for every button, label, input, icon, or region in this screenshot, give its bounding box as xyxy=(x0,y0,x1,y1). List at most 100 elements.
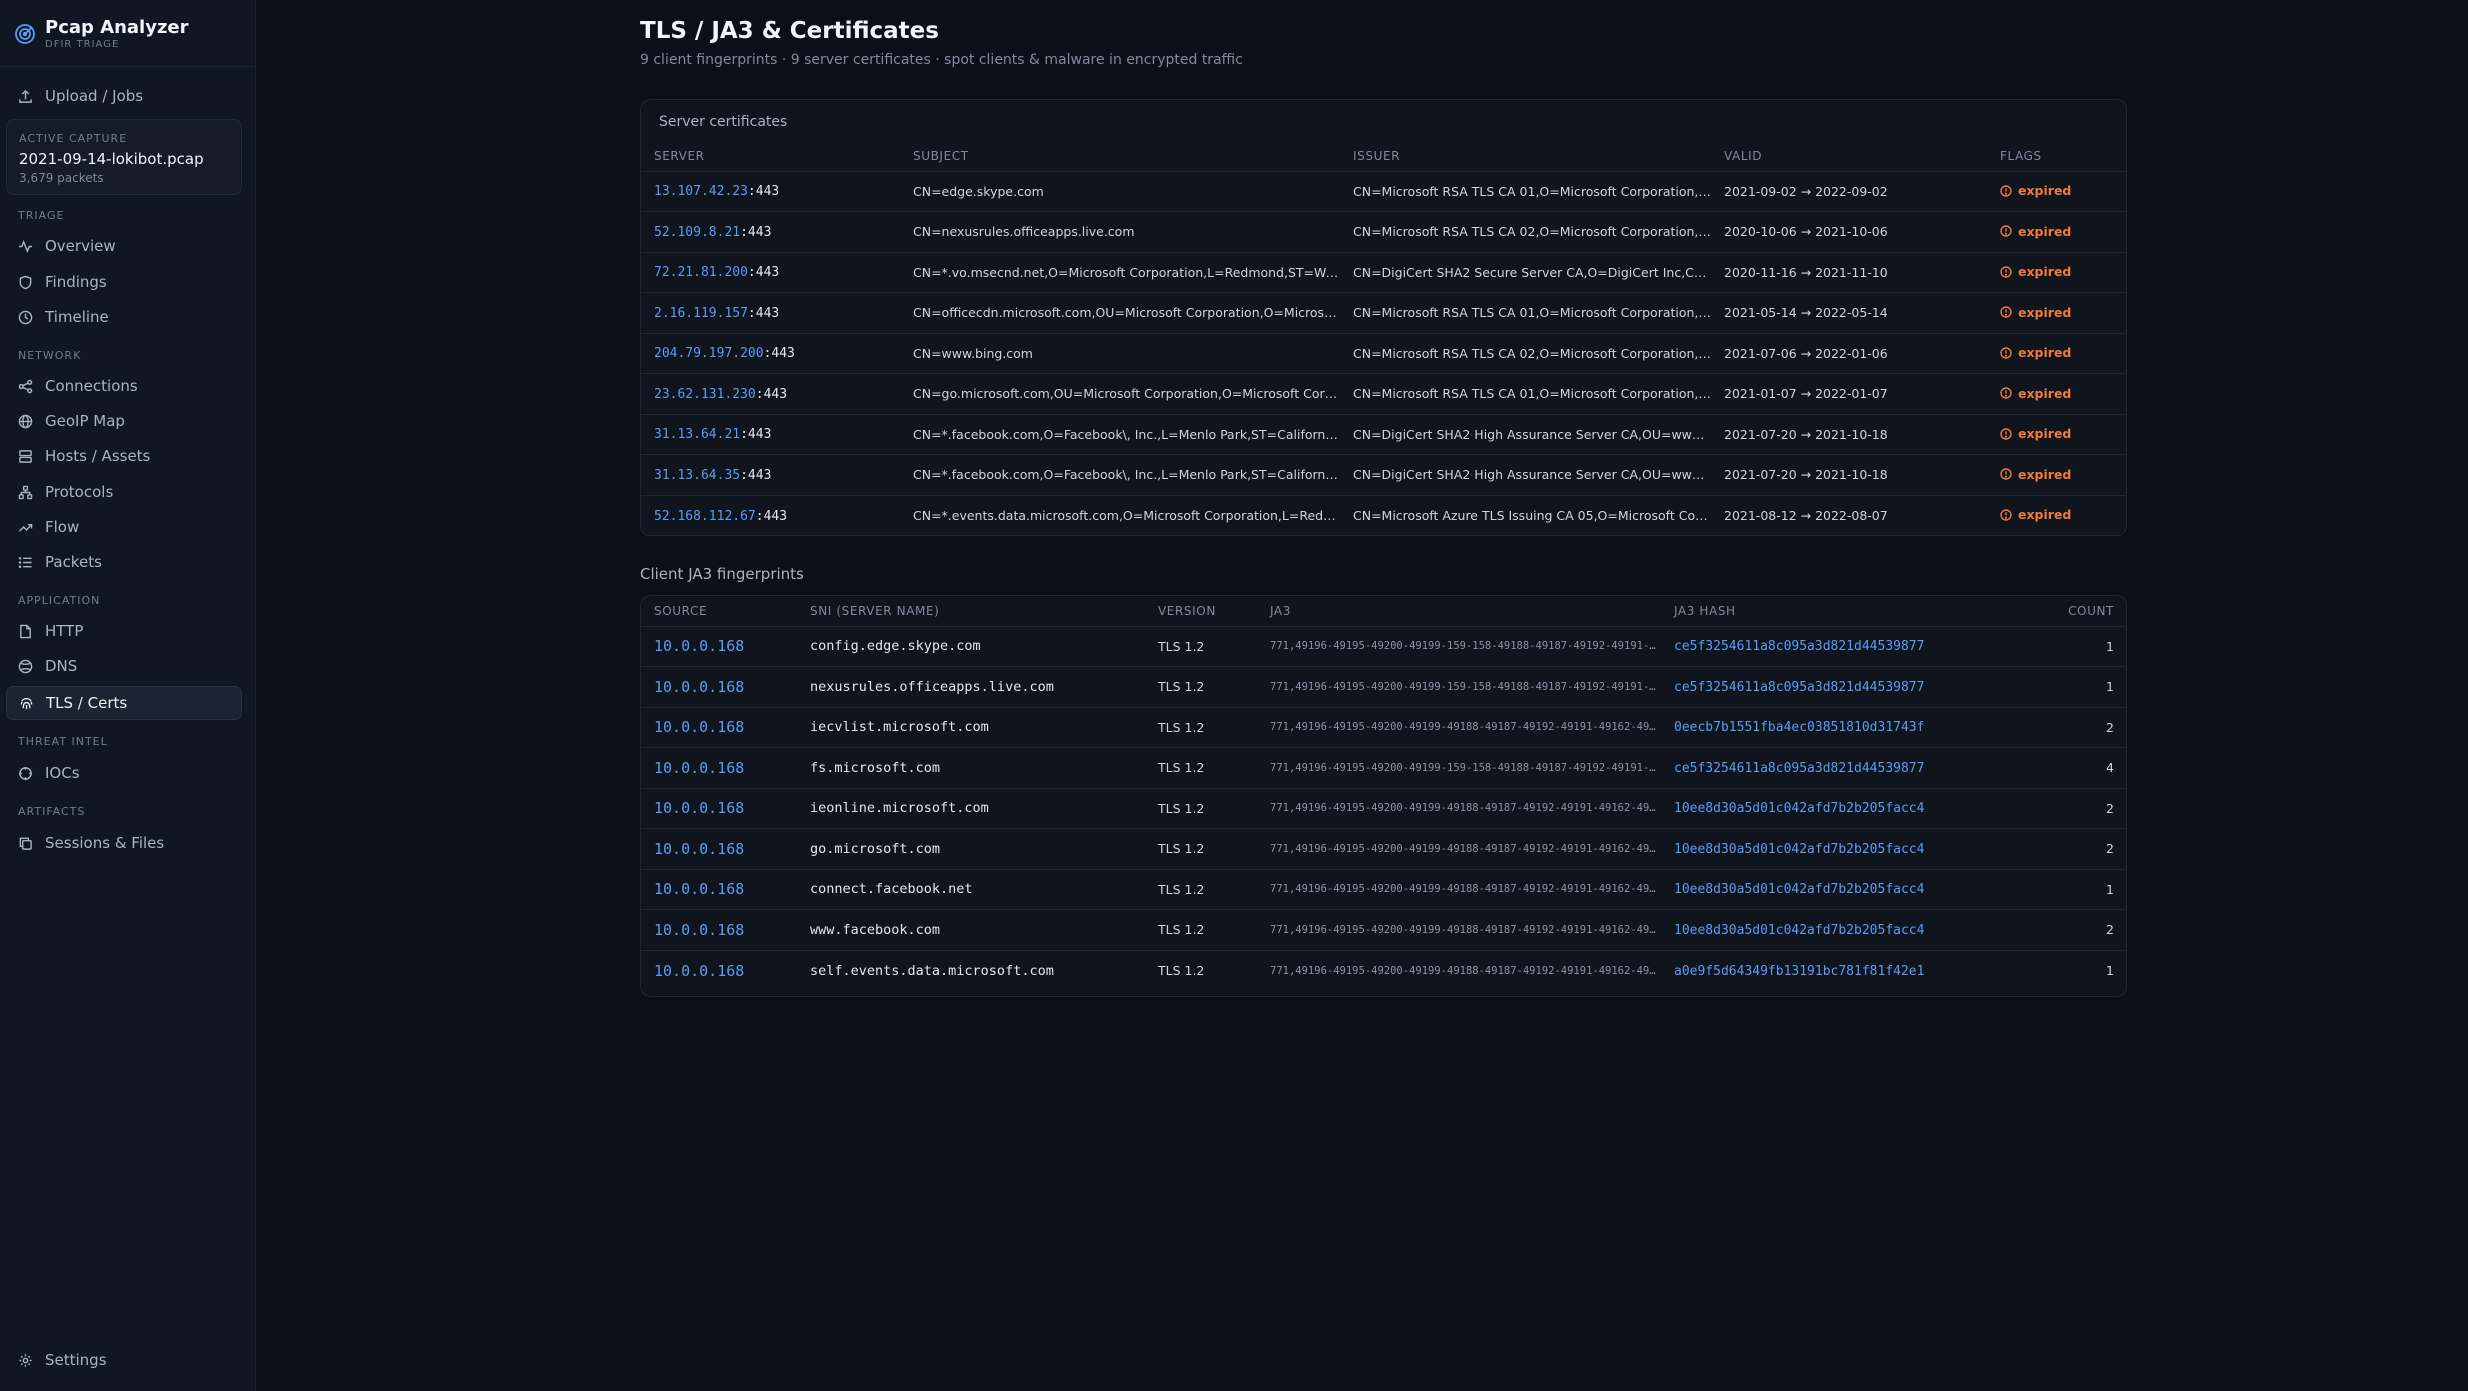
source-ip-link[interactable]: 10.0.0.168 xyxy=(654,921,744,939)
source-ip-link[interactable]: 10.0.0.168 xyxy=(654,718,744,736)
ja3-sni: iecvlist.microsoft.com xyxy=(797,707,1145,748)
sidebar-item-protocols[interactable]: Protocols xyxy=(6,475,242,509)
server-ip-link[interactable]: 52.109.8.21 xyxy=(654,225,740,240)
page-title: TLS / JA3 & Certificates xyxy=(640,18,939,44)
col-header-valid[interactable]: VALID xyxy=(1711,141,1987,172)
table-row[interactable]: 13.107.42.23:443 CN=edge.skype.com CN=Micr… xyxy=(641,171,2126,212)
ja3-hash-link[interactable]: 10ee8d30a5d01c042afd7b2b205facc4 xyxy=(1674,842,1924,857)
cert-subject: CN=go.microsoft.com,OU=Microsoft Corpora… xyxy=(900,373,1340,415)
list-icon xyxy=(18,556,32,568)
ja3-fingerprints-panel: SOURCE SNI (SERVER NAME) VERSION JA3 JA3… xyxy=(640,595,2127,997)
ja3-hash-link[interactable]: 0eecb7b1551fba4ec03851810d31743f xyxy=(1674,720,1924,735)
sidebar-item-flow[interactable]: Flow xyxy=(6,510,242,544)
table-row[interactable]: 10.0.0.168 iecvlist.microsoft.com TLS 1.2 7… xyxy=(641,707,2126,748)
source-ip-link[interactable]: 10.0.0.168 xyxy=(654,637,744,655)
ja3-hash-link[interactable]: ce5f3254611a8c095a3d821d44539877 xyxy=(1674,680,1924,695)
ja3-sni: config.edge.skype.com xyxy=(797,626,1145,667)
table-row[interactable]: 204.79.197.200:443 CN=www.bing.com CN=Micr… xyxy=(641,333,2126,374)
sidebar-item-http[interactable]: HTTP xyxy=(6,614,242,648)
table-row[interactable]: 10.0.0.168 self.events.data.microsoft.com… xyxy=(641,950,2126,991)
source-ip-link[interactable]: 10.0.0.168 xyxy=(654,799,744,817)
server-ip-link[interactable]: 23.62.131.230 xyxy=(654,387,756,402)
sidebar-item-geoip-map[interactable]: GeoIP Map xyxy=(6,404,242,438)
source-ip-link[interactable]: 10.0.0.168 xyxy=(654,759,744,777)
col-header-sni[interactable]: SNI (SERVER NAME) xyxy=(797,596,1145,627)
server-ip-link[interactable]: 72.21.81.200 xyxy=(654,265,748,280)
ja3-hash-link[interactable]: a0e9f5d64349fb13191bc781f81f42e1 xyxy=(1674,964,1924,979)
col-header-subject[interactable]: SUBJECT xyxy=(900,141,1340,172)
cert-flags-cell: expired xyxy=(1987,292,2126,334)
col-header-count[interactable]: COUNT xyxy=(2031,596,2126,627)
ja3-count: 2 xyxy=(2031,828,2126,870)
server-port: :443 xyxy=(763,346,795,362)
sidebar-item-sessions-files[interactable]: Sessions & Files xyxy=(6,826,242,860)
sidebar-item-label: DNS xyxy=(45,657,78,675)
active-capture-label: ACTIVE CAPTURE xyxy=(19,132,128,145)
server-ip-link[interactable]: 31.13.64.35 xyxy=(654,468,740,483)
ja3-hash-link[interactable]: ce5f3254611a8c095a3d821d44539877 xyxy=(1674,639,1924,654)
active-capture-card[interactable]: ACTIVE CAPTURE 2021-09-14-lokibot.pcap 3… xyxy=(6,119,242,195)
source-ip-link[interactable]: 10.0.0.168 xyxy=(654,962,744,980)
sidebar-item-label: Timeline xyxy=(45,308,109,326)
source-ip-link[interactable]: 10.0.0.168 xyxy=(654,880,744,898)
server-ip-link[interactable]: 52.168.112.67 xyxy=(654,509,756,524)
sidebar-item-iocs[interactable]: IOCs xyxy=(6,756,242,790)
col-header-ja3-hash[interactable]: JA3 HASH xyxy=(1661,596,2031,627)
col-header-issuer[interactable]: ISSUER xyxy=(1340,141,1711,172)
server-port: :443 xyxy=(740,467,772,483)
sidebar-item-timeline[interactable]: Timeline xyxy=(6,300,242,334)
copy-icon xyxy=(19,837,32,850)
col-header-source[interactable]: SOURCE xyxy=(641,596,797,627)
ja3-string: 771,49196-49195-49200-49199-49188-49187-… xyxy=(1257,828,1661,870)
source-ip-link[interactable]: 10.0.0.168 xyxy=(654,678,744,696)
table-row[interactable]: 2.16.119.157:443 CN=officecdn.microsoft.c… xyxy=(641,292,2126,334)
ja3-source-cell: 10.0.0.168 xyxy=(641,666,797,708)
table-row[interactable]: 52.168.112.67:443 CN=*.events.data.micros… xyxy=(641,495,2126,535)
ja3-count: 1 xyxy=(2106,963,2114,978)
cert-server-cell: 31.13.64.35:443 xyxy=(641,454,900,496)
ja3-string: 771,49196-49195-49200-49199-49188-49187-… xyxy=(1257,869,1661,910)
sidebar-item-upload-jobs[interactable]: Upload / Jobs xyxy=(6,79,242,113)
table-row[interactable]: 52.109.8.21:443 CN=nexusrules.officeapps.… xyxy=(641,211,2126,253)
page-subtitle: 9 client fingerprints · 9 server certifi… xyxy=(640,52,1243,68)
col-header-ja3[interactable]: JA3 xyxy=(1257,596,1661,627)
ja3-count: 4 xyxy=(2031,747,2126,789)
server-ip-link[interactable]: 204.79.197.200 xyxy=(654,346,764,361)
ja3-hash-link[interactable]: 10ee8d30a5d01c042afd7b2b205facc4 xyxy=(1674,801,1924,816)
table-row[interactable]: 23.62.131.230:443 CN=go.microsoft.com,OU=… xyxy=(641,373,2126,415)
table-row[interactable]: 72.21.81.200:443 CN=*.vo.msecnd.net,O=Mic… xyxy=(641,252,2126,293)
table-row[interactable]: 10.0.0.168 www.facebook.com TLS 1.2 771,491… xyxy=(641,909,2126,951)
ja3-hash-link[interactable]: 10ee8d30a5d01c042afd7b2b205facc4 xyxy=(1674,882,1924,897)
sidebar-item-tls-certs[interactable]: TLS / Certs xyxy=(6,686,242,720)
sidebar-item-settings[interactable]: Settings xyxy=(6,1343,242,1377)
sidebar-item-overview[interactable]: Overview xyxy=(6,229,242,263)
sidebar-item-connections[interactable]: Connections xyxy=(6,369,242,403)
sidebar-item-findings[interactable]: Findings xyxy=(6,265,242,299)
table-row[interactable]: 10.0.0.168 go.microsoft.com TLS 1.2 771,491… xyxy=(641,828,2126,870)
col-header-server[interactable]: SERVER xyxy=(641,141,900,172)
sidebar-item-dns[interactable]: DNS xyxy=(6,649,242,683)
server-ip-link[interactable]: 13.107.42.23 xyxy=(654,184,748,199)
server-ip-link[interactable]: 31.13.64.21 xyxy=(654,427,740,442)
table-row[interactable]: 31.13.64.21:443 CN=*.facebook.com,O=Faceb… xyxy=(641,414,2126,455)
ja3-string: 771,49196-49195-49200-49199-159-158-4918… xyxy=(1257,666,1661,708)
table-row[interactable]: 10.0.0.168 fs.microsoft.com TLS 1.2 771,491… xyxy=(641,747,2126,789)
table-row[interactable]: 10.0.0.168 ieonline.microsoft.com TLS 1.2 7… xyxy=(641,788,2126,829)
sidebar-item-label: Protocols xyxy=(45,483,114,501)
cert-subject: CN=*.facebook.com,O=Facebook\, Inc.,L=Me… xyxy=(900,414,1340,455)
sidebar-item-label: Settings xyxy=(45,1351,107,1369)
table-row[interactable]: 10.0.0.168 connect.facebook.net TLS 1.2 771… xyxy=(641,869,2126,910)
source-ip-link[interactable]: 10.0.0.168 xyxy=(654,840,744,858)
col-header-flags[interactable]: FLAGS xyxy=(1987,141,2126,172)
server-ip-link[interactable]: 2.16.119.157 xyxy=(654,306,748,321)
ja3-hash-link[interactable]: ce5f3254611a8c095a3d821d44539877 xyxy=(1674,761,1924,776)
ja3-hash-link[interactable]: 10ee8d30a5d01c042afd7b2b205facc4 xyxy=(1674,923,1924,938)
col-header-version[interactable]: VERSION xyxy=(1145,596,1257,627)
table-row[interactable]: 10.0.0.168 config.edge.skype.com TLS 1.2 77… xyxy=(641,626,2126,667)
table-row[interactable]: 10.0.0.168 nexusrules.officeapps.live.com… xyxy=(641,666,2126,708)
table-row[interactable]: 31.13.64.35:443 CN=*.facebook.com,O=Faceb… xyxy=(641,454,2126,496)
cert-validity: 2021-01-07 → 2022-01-07 xyxy=(1711,373,1987,415)
brand[interactable]: Pcap Analyzer DFIR TRIAGE xyxy=(14,10,189,58)
sidebar-item-packets[interactable]: Packets xyxy=(6,545,242,579)
sidebar-item-hosts-assets[interactable]: Hosts / Assets xyxy=(6,439,242,473)
